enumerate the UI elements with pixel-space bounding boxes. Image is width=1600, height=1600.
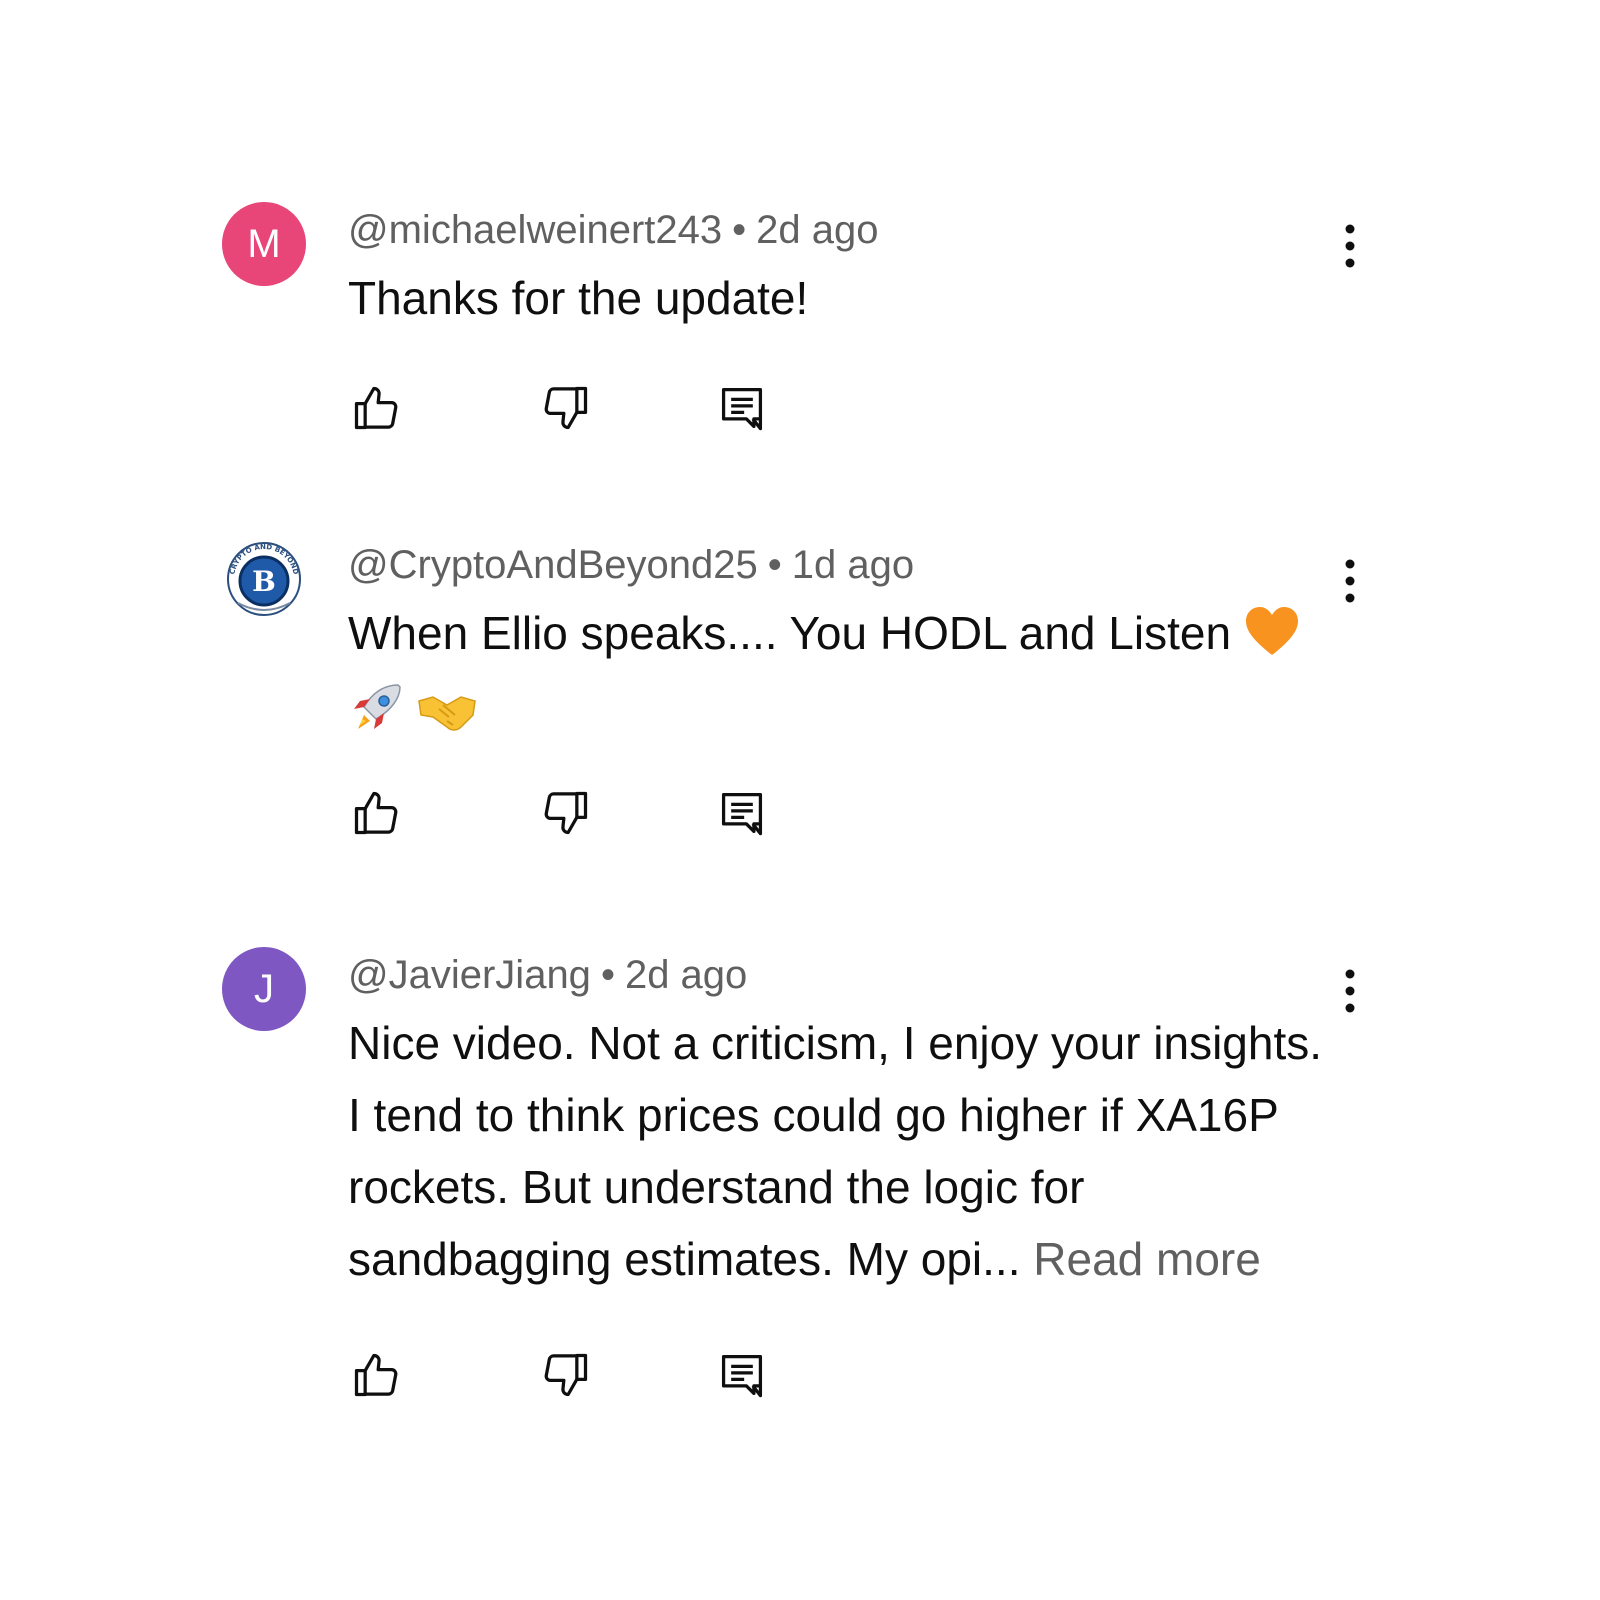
comment-text-content: When Ellio speaks.... You HODL and Liste… [348,607,1232,659]
dislike-button[interactable] [538,1347,594,1403]
avatar[interactable]: B CRYPTO AND BEYOND [222,537,306,621]
dislike-button[interactable] [538,785,594,841]
avatar[interactable]: J [222,947,306,1031]
reply-icon [721,387,763,431]
handshake-icon [417,685,477,757]
more-options-button[interactable] [1330,216,1370,276]
comment-text-content: Thanks for the update! [348,272,809,324]
reply-icon [721,792,763,836]
more-options-button[interactable] [1330,551,1370,611]
avatar-logo-letter: B [252,565,276,598]
comment-meta: @JavierJiang • 2d ago [348,953,747,998]
thumbs-up-icon [354,386,398,430]
avatar-letter: J [254,967,274,1011]
comment-actions [348,1347,788,1407]
rocket-icon [348,681,404,757]
more-vert-icon [1345,559,1355,603]
thumbs-up-icon [354,1353,398,1397]
meta-separator: • [600,953,615,997]
reply-icon [721,1354,763,1398]
thumbs-down-icon [544,386,588,430]
reply-button[interactable] [714,380,770,436]
dislike-button[interactable] [538,380,594,436]
meta-separator: • [767,543,782,587]
thumbs-down-icon [544,791,588,835]
like-button[interactable] [348,380,404,436]
orange-heart-icon [1244,605,1300,677]
comment-meta: @michaelweinert243 • 2d ago [348,208,878,253]
comment-meta: @CryptoAndBeyond25 • 1d ago [348,543,914,588]
reply-button[interactable] [714,1347,770,1403]
comment-actions [348,380,788,440]
more-vert-icon [1345,969,1355,1013]
author-name[interactable]: @JavierJiang [348,953,591,997]
reply-button[interactable] [714,785,770,841]
like-button[interactable] [348,785,404,841]
comment-actions [348,785,788,845]
thumbs-up-icon [354,791,398,835]
author-name[interactable]: @michaelweinert243 [348,208,722,252]
comment-text: Thanks for the update! [348,262,1338,334]
meta-separator: • [732,208,747,252]
comment-time: 1d ago [791,543,915,587]
comment-text: When Ellio speaks.... You HODL and Liste… [348,597,1338,757]
comment-time: 2d ago [756,208,879,252]
author-name[interactable]: @CryptoAndBeyond25 [348,543,758,587]
like-button[interactable] [348,1347,404,1403]
more-options-button[interactable] [1330,961,1370,1021]
crypto-bitcoin-logo-icon: B CRYPTO AND BEYOND [224,539,304,619]
thumbs-down-icon [544,1353,588,1397]
comment-time: 2d ago [624,953,748,997]
read-more-link[interactable]: Read more [1033,1233,1261,1285]
avatar-letter: M [247,222,281,266]
more-vert-icon [1345,224,1355,268]
avatar[interactable]: M [222,202,306,286]
comment-text: Nice video. Not a criticism, I enjoy you… [348,1007,1338,1295]
